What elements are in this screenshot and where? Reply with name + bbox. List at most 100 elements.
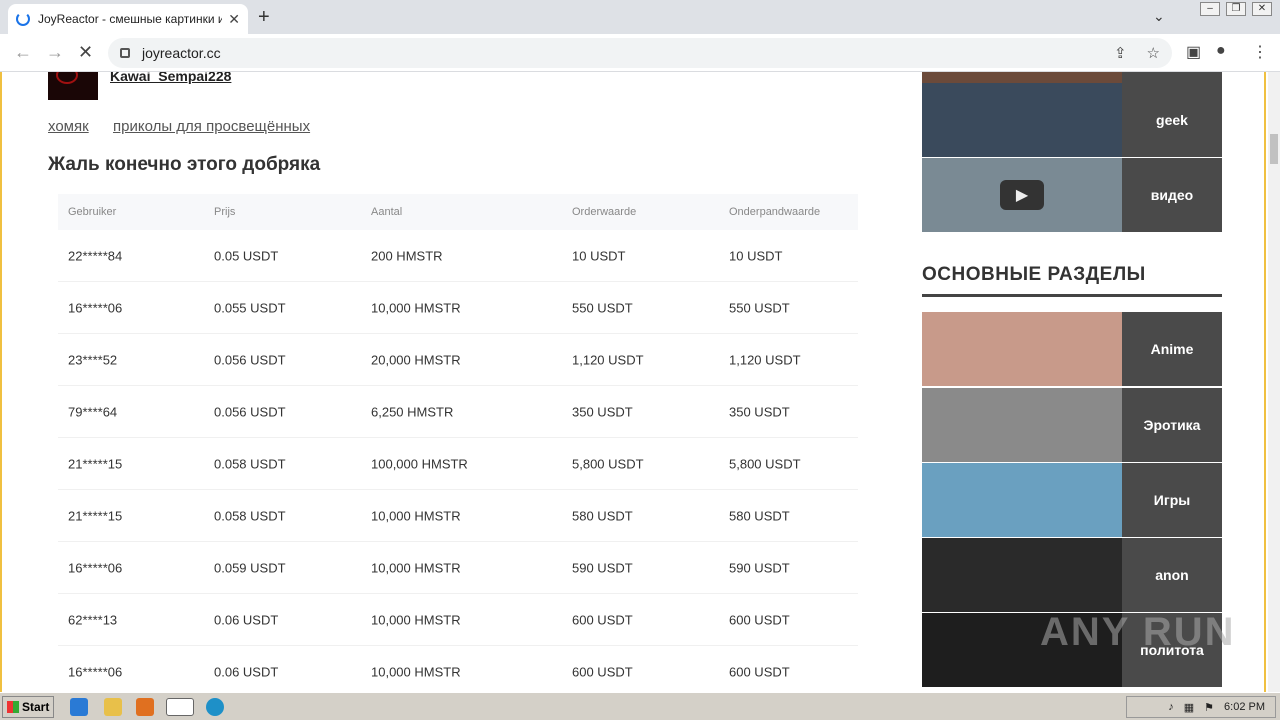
table-cell: 590 USDT — [572, 560, 633, 575]
table-cell: 590 USDT — [729, 560, 790, 575]
start-button[interactable]: Start — [2, 696, 54, 718]
table-cell: 580 USDT — [572, 508, 633, 523]
header-order-value: Orderwaarde — [572, 206, 637, 218]
author-name-link[interactable]: Kawai_Sempai228 — [110, 72, 231, 84]
sidebar-games-image — [922, 463, 1122, 537]
table-cell: 21*****15 — [68, 456, 123, 471]
minimize-icon[interactable]: – — [1200, 2, 1220, 16]
close-window-icon[interactable]: ✕ — [1252, 2, 1272, 16]
header-collateral-value: Onderpandwaarde — [729, 206, 821, 218]
ie-icon[interactable] — [70, 698, 88, 716]
browser-toolbar: ← → ✕ joyreactor.cc ⇪ ☆ ▣ ● ⋮ — [0, 34, 1280, 72]
table-cell: 10,000 HMSTR — [371, 664, 461, 679]
profile-avatar-icon[interactable]: ● — [1216, 42, 1226, 60]
flag-tray-icon[interactable]: ⚑ — [1204, 701, 1214, 714]
table-body: 22*****84 0.05 USDT 200 HMSTR 10 USDT 10 USD… — [58, 230, 858, 692]
table-cell: 10,000 HMSTR — [371, 560, 461, 575]
table-cell: 580 USDT — [729, 508, 790, 523]
table-row: 23****52 0.056 USDT 20,000 HMSTR 1,120 USDT… — [58, 334, 858, 386]
table-cell: 350 USDT — [729, 404, 790, 419]
table-cell: 550 USDT — [572, 300, 633, 315]
header-price: Prijs — [214, 206, 236, 218]
network-icon[interactable]: ▦ — [1184, 701, 1194, 714]
table-cell: 0.06 USDT — [214, 664, 279, 679]
tag-link-jokes[interactable]: приколы для просвещённых — [113, 118, 310, 135]
table-cell: 0.055 USDT — [214, 300, 286, 315]
chrome-taskbar-icon[interactable] — [166, 698, 194, 716]
author-avatar[interactable] — [48, 72, 98, 100]
table-cell: 0.059 USDT — [214, 560, 286, 575]
table-row: 21*****15 0.058 USDT 10,000 HMSTR 580 USDT 5… — [58, 490, 858, 542]
media-player-icon[interactable] — [136, 698, 154, 716]
restore-icon[interactable]: ❐ — [1226, 2, 1246, 16]
sidebar-item-games[interactable]: Игры — [922, 463, 1222, 537]
table-cell: 600 USDT — [729, 664, 790, 679]
tab-title: JoyReactor - смешные картинки и — [38, 12, 223, 26]
new-tab-icon[interactable]: + — [258, 6, 270, 29]
sidebar-item-anime[interactable]: Anime — [922, 312, 1222, 386]
share-icon[interactable]: ⇪ — [1114, 44, 1127, 62]
table-cell: 550 USDT — [729, 300, 790, 315]
table-cell: 100,000 HMSTR — [371, 456, 468, 471]
system-tray: ♪ ▦ ⚑ 6:02 PM — [1126, 696, 1276, 718]
table-cell: 16*****06 — [68, 300, 123, 315]
scrollbar-thumb[interactable] — [1270, 134, 1278, 164]
table-cell: 0.058 USDT — [214, 456, 286, 471]
table-cell: 79****64 — [68, 404, 118, 419]
address-bar[interactable]: joyreactor.cc ⇪ ☆ — [108, 38, 1172, 68]
table-cell: 23****52 — [68, 352, 118, 367]
volume-icon[interactable]: ♪ — [1168, 701, 1174, 713]
play-icon: ▶ — [1000, 180, 1044, 210]
table-cell: 10 USDT — [729, 248, 783, 263]
close-tab-icon[interactable]: ✕ — [228, 11, 240, 28]
table-cell: 0.058 USDT — [214, 508, 286, 523]
sidebar-item-video[interactable]: ▶ видео — [922, 158, 1222, 232]
post-title: Жаль конечно этого добряка — [48, 154, 321, 175]
header-amount: Aantal — [371, 206, 403, 218]
lock-icon — [120, 48, 130, 58]
table-cell: 62****13 — [68, 612, 118, 627]
table-cell: 600 USDT — [572, 664, 633, 679]
table-cell: 0.056 USDT — [214, 404, 286, 419]
table-cell: 16*****06 — [68, 664, 123, 679]
back-arrow-icon[interactable]: ← — [14, 42, 32, 63]
stop-loading-icon[interactable]: ✕ — [78, 42, 93, 63]
sidebar-anime-label: Anime — [1122, 312, 1222, 386]
sidebar-item-erotica[interactable]: Эротика — [922, 388, 1222, 462]
edge-icon[interactable] — [206, 698, 224, 716]
table-cell: 0.06 USDT — [214, 612, 279, 627]
browser-tab[interactable]: JoyReactor - смешные картинки и ✕ — [8, 4, 248, 34]
sidebar-item-anon[interactable]: anon — [922, 538, 1222, 612]
side-panel-icon[interactable]: ▣ — [1186, 42, 1201, 62]
table-cell: 20,000 HMSTR — [371, 352, 461, 367]
orders-table: Gebruiker Prijs Aantal Orderwaarde Onder… — [58, 194, 858, 692]
table-cell: 6,250 HMSTR — [371, 404, 454, 419]
url-text: joyreactor.cc — [142, 45, 221, 61]
sidebar-anon-label: anon — [1122, 538, 1222, 612]
sidebar-anime-image — [922, 312, 1122, 386]
bookmark-star-icon[interactable]: ☆ — [1147, 44, 1160, 62]
table-cell: 10,000 HMSTR — [371, 508, 461, 523]
table-header: Gebruiker Prijs Aantal Orderwaarde Onder… — [58, 194, 858, 230]
page-scrollbar[interactable] — [1268, 72, 1280, 692]
sidebar-item-geek[interactable]: geek — [922, 83, 1222, 157]
table-cell: 21*****15 — [68, 508, 123, 523]
table-row: 21*****15 0.058 USDT 100,000 HMSTR 5,800 US… — [58, 438, 858, 490]
tab-search-chevron-icon[interactable]: ⌄ — [1153, 8, 1165, 25]
table-cell: 200 HMSTR — [371, 248, 443, 263]
header-user: Gebruiker — [68, 206, 117, 218]
table-cell: 1,120 USDT — [572, 352, 644, 367]
sidebar-erotica-image — [922, 388, 1122, 462]
windows-flag-icon — [7, 701, 19, 713]
tag-link-hamster[interactable]: хомяк — [48, 118, 89, 135]
table-cell: 10 USDT — [572, 248, 626, 263]
explorer-icon[interactable] — [104, 698, 122, 716]
table-row: 62****13 0.06 USDT 10,000 HMSTR 600 USDT 600… — [58, 594, 858, 646]
section-title: ОСНОВНЫЕ РАЗДЕЛЫ — [922, 264, 1146, 285]
table-cell: 22*****84 — [68, 248, 123, 263]
forward-arrow-icon[interactable]: → — [46, 42, 64, 63]
table-row: 16*****06 0.059 USDT 10,000 HMSTR 590 USDT 5… — [58, 542, 858, 594]
menu-dots-icon[interactable]: ⋮ — [1252, 42, 1268, 62]
table-cell: 350 USDT — [572, 404, 633, 419]
start-label: Start — [22, 700, 50, 714]
